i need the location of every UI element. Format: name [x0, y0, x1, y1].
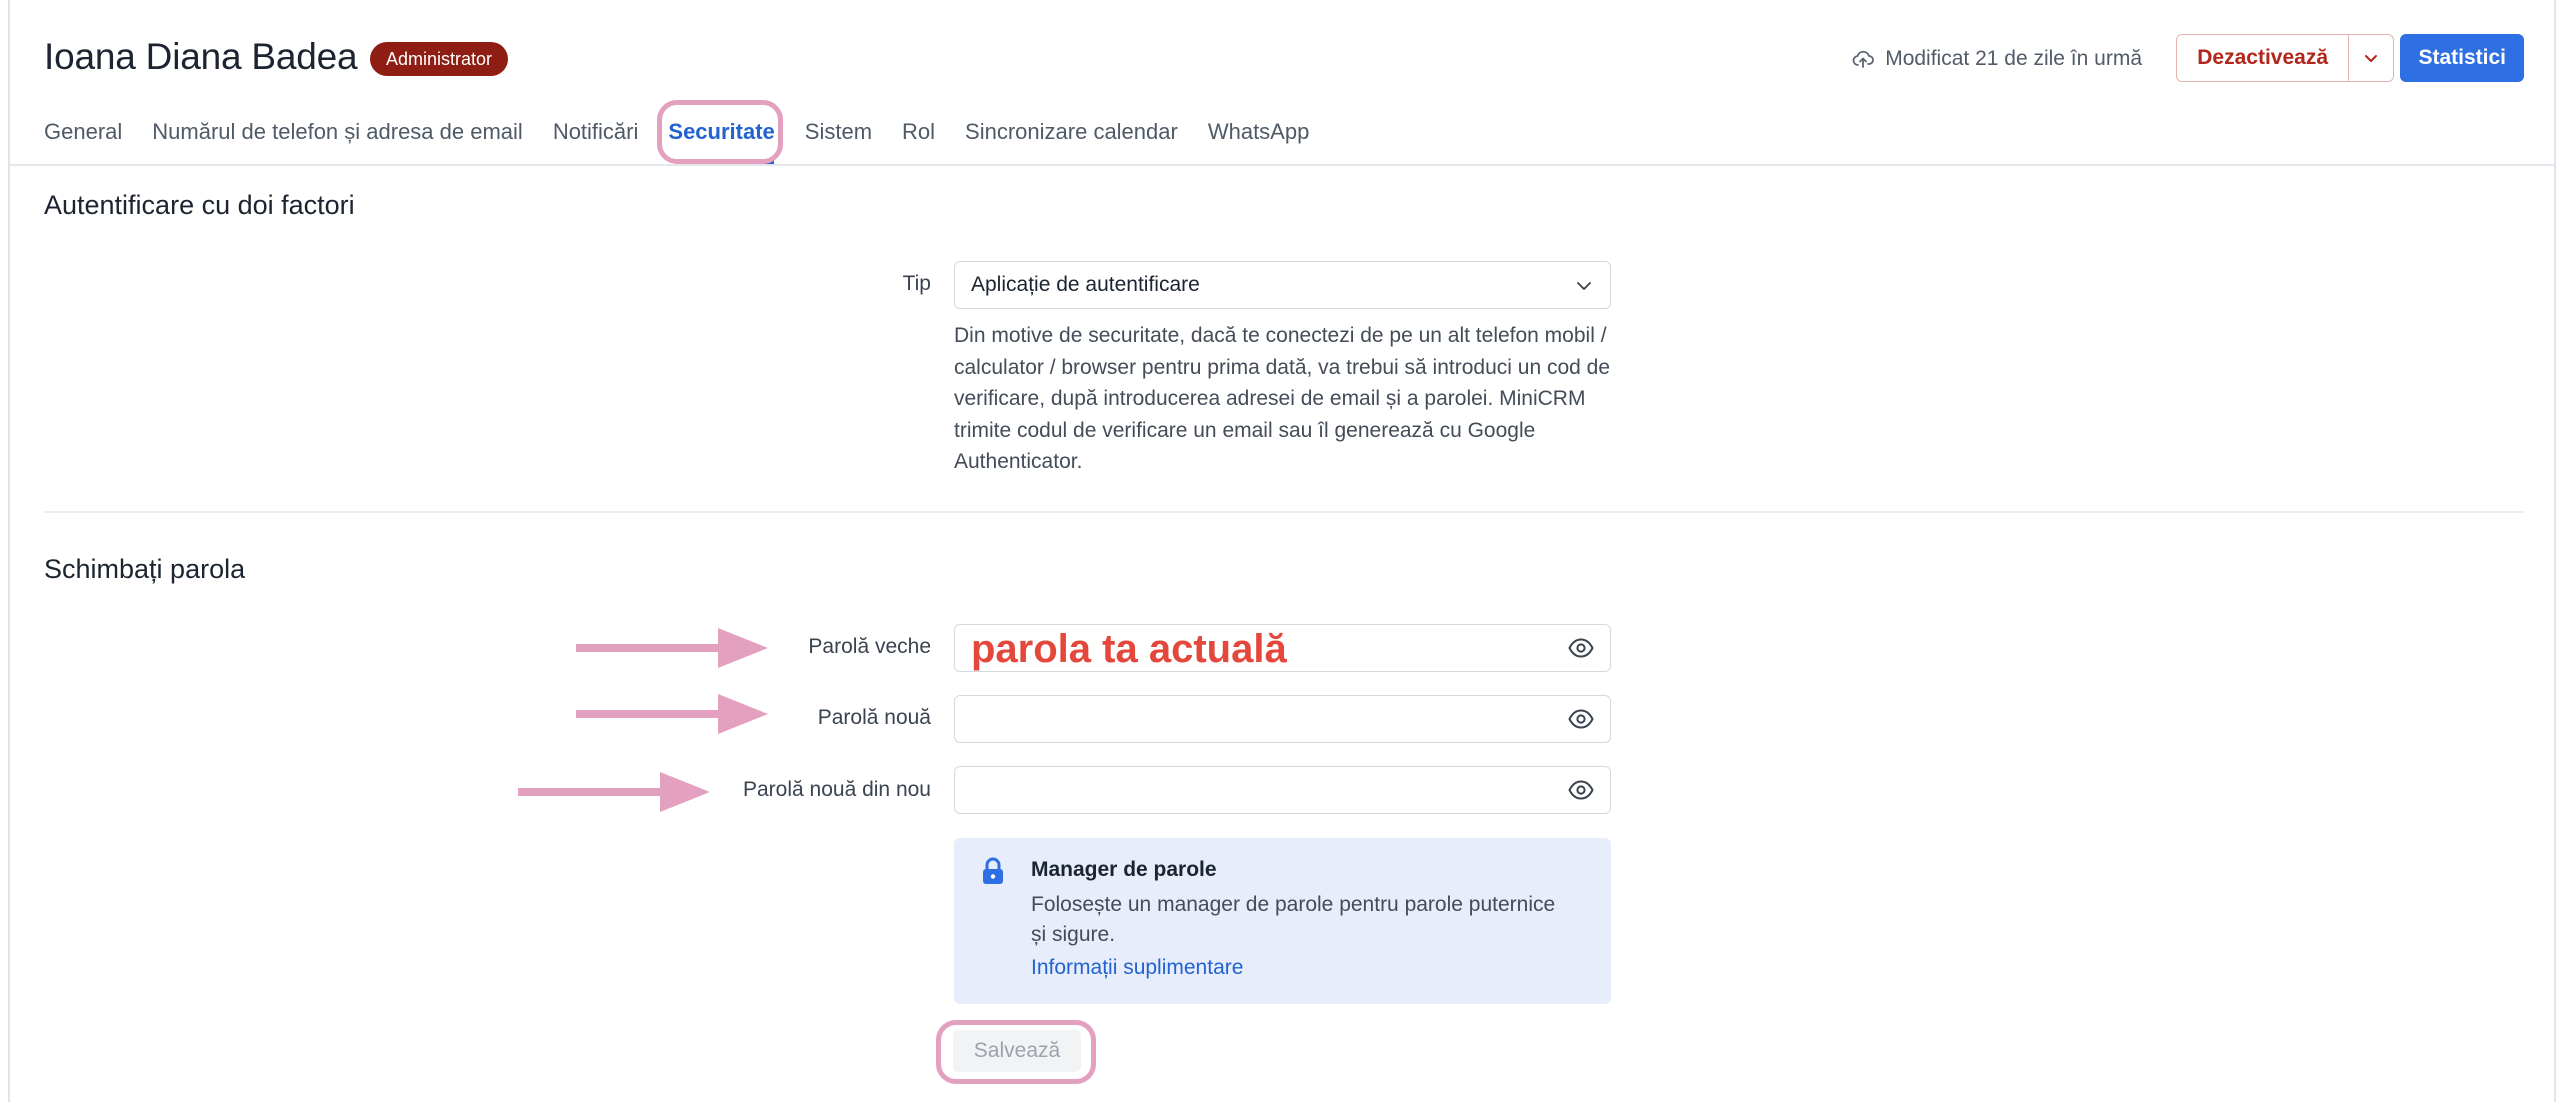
tab-calendar-sync[interactable]: Sincronizare calendar — [965, 112, 1178, 152]
deactivate-button[interactable]: Dezactivează — [2177, 35, 2349, 81]
save-button[interactable]: Salvează — [953, 1030, 1081, 1072]
arrow-annotation-new-password — [576, 694, 768, 734]
more-info-link[interactable]: Informații suplimentare — [1031, 956, 1243, 980]
tab-system[interactable]: Sistem — [805, 112, 872, 152]
type-label: Tip — [902, 272, 931, 295]
tab-notifications[interactable]: Notificări — [553, 112, 639, 152]
repeat-password-label: Parolă nouă din nou — [743, 778, 931, 801]
deactivate-button-group: Dezactivează — [2176, 34, 2394, 82]
two-factor-type-select[interactable]: Aplicație de autentificare — [954, 261, 1611, 309]
tab-whatsapp[interactable]: WhatsApp — [1208, 112, 1310, 152]
eye-icon[interactable] — [1568, 779, 1594, 801]
eye-icon[interactable] — [1568, 637, 1594, 659]
two-factor-heading: Autentificare cu doi factori — [44, 190, 355, 220]
arrow-annotation-old-password — [576, 628, 768, 668]
section-divider — [44, 511, 2524, 513]
old-password-field[interactable]: parola ta actuală — [954, 624, 1611, 672]
two-factor-type-value: Aplicație de autentificare — [971, 273, 1200, 296]
modified-text: Modificat 21 de zile în urmă — [1885, 47, 2142, 70]
tabs-divider — [10, 164, 2554, 166]
tab-annotation-highlight — [657, 100, 783, 164]
cloud-upload-icon — [1852, 50, 1875, 68]
page-header: Ioana Diana Badea Administrator Modifica… — [44, 30, 2524, 86]
old-password-value: parola ta actuală — [971, 627, 1287, 671]
tab-role[interactable]: Rol — [902, 112, 935, 152]
role-badge: Administrator — [370, 42, 509, 76]
new-password-label: Parolă nouă — [817, 706, 931, 729]
password-manager-title: Manager de parole — [1031, 858, 1217, 881]
chevron-down-icon — [1577, 282, 1591, 290]
tab-general[interactable]: General — [44, 112, 122, 152]
arrow-annotation-repeat-password — [518, 772, 710, 812]
password-manager-info: Manager de parole Folosește un manager d… — [954, 838, 1611, 1004]
eye-icon[interactable] — [1568, 708, 1594, 730]
password-manager-description: Folosește un manager de parole pentru pa… — [1031, 893, 1556, 946]
frame-right-border — [2554, 0, 2556, 1102]
old-password-label: Parolă veche — [808, 635, 931, 658]
new-password-field[interactable] — [954, 695, 1611, 743]
lock-icon — [983, 857, 1003, 884]
change-password-heading: Schimbați parola — [44, 554, 246, 584]
tab-phone-email[interactable]: Numărul de telefon și adresa de email — [152, 112, 523, 152]
page-title: Ioana Diana Badea — [44, 36, 358, 77]
modified-status: Modificat 21 de zile în urmă — [1851, 44, 2142, 74]
deactivate-dropdown-toggle[interactable] — [2349, 35, 2393, 81]
chevron-down-icon — [2365, 55, 2377, 62]
repeat-password-field[interactable] — [954, 766, 1611, 814]
statistics-button[interactable]: Statistici — [2400, 34, 2524, 82]
two-factor-help-text: Din motive de securitate, dacă te conect… — [954, 324, 1611, 473]
